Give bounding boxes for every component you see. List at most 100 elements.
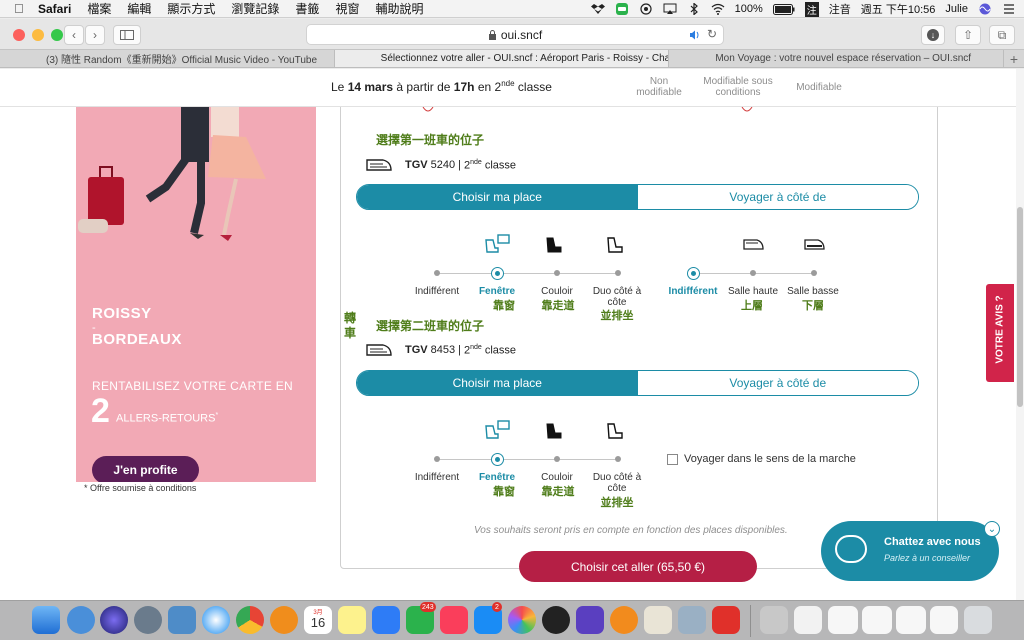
tab-voyager-a-cote-2[interactable]: Voyager à côté de [637,371,918,395]
deck-dot-haute[interactable] [750,270,756,276]
direction-checkbox-label[interactable]: Voyager dans le sens de la marche [684,453,856,465]
forward-button[interactable]: › [85,25,105,45]
fare-modifiable[interactable]: Modifiable [792,82,846,93]
deck-label-basse[interactable]: Salle basse [778,286,848,297]
promo-cta-button[interactable]: J'en profite [92,456,199,482]
dropbox-icon[interactable] [590,3,605,15]
wifi-icon[interactable] [711,3,725,15]
user-name[interactable]: Julie [945,3,968,15]
calendar-icon[interactable]: 3月 16 [304,606,332,634]
direction-checkbox[interactable] [667,454,678,465]
chat-widget[interactable]: Chattez avec nous Parlez à un conseiller… [821,521,1000,581]
menu-edit[interactable]: 編輯 [127,0,151,17]
reload-icon[interactable]: ↻ [707,27,717,41]
image-capture-icon[interactable] [678,606,706,634]
camera-app-icon[interactable] [542,606,570,634]
airdrop-icon[interactable] [639,3,653,15]
new-tab-button[interactable]: + [1004,50,1024,67]
window-seat-icon[interactable] [484,234,510,254]
close-window-button[interactable] [13,29,25,41]
tab-youtube[interactable]: (3) 隨性 Random《重新開始》Official Music Video … [0,50,335,67]
acrobat-icon[interactable] [712,606,740,634]
seat-dot-couloir-2[interactable] [554,456,560,462]
recent-window-3[interactable] [896,606,926,634]
tabs-overview-button[interactable]: ⧉ [989,25,1015,45]
upper-deck-icon[interactable] [743,237,765,253]
clock[interactable]: 週五 下午10:56 [861,1,936,17]
page-scrollbar[interactable] [1016,69,1024,600]
menu-view[interactable]: 顯示方式 [167,0,215,17]
menu-help[interactable]: 輔助說明 [375,0,423,17]
address-bar[interactable]: oui.sncf ↻ [306,24,724,45]
recent-window-2[interactable] [862,606,892,634]
finder-icon[interactable] [32,606,60,634]
fare-non-modifiable[interactable]: Non modifiable [632,76,686,98]
scrollbar-thumb[interactable] [1017,207,1023,407]
share-button[interactable]: ⇧ [955,25,981,45]
duo-seat-icon-2[interactable] [606,422,626,440]
messenger-app-icon[interactable] [67,606,95,634]
tab-oui-selection[interactable]: Sélectionnez votre aller - OUI.sncf : Aé… [334,50,670,67]
seat-dot-indifferent-2[interactable] [434,456,440,462]
sidebar-button[interactable] [113,25,141,45]
menu-file[interactable]: 檔案 [87,0,111,17]
fare-modifiable-conditions[interactable]: Modifiable sous conditions [702,76,774,98]
lower-deck-icon[interactable] [804,237,826,253]
app-orange-icon[interactable] [270,606,298,634]
aisle-seat-icon[interactable] [545,236,565,254]
seat-dot-indifferent-1[interactable] [434,270,440,276]
menu-window[interactable]: 視窗 [335,0,359,17]
speaker-icon[interactable] [689,30,701,40]
seat-dot-duo-2[interactable] [615,456,621,462]
notification-center-icon[interactable] [1002,3,1016,15]
imovie-icon[interactable] [576,606,604,634]
menu-app-name[interactable]: Safari [38,2,71,16]
folder-stack-icon[interactable] [760,606,788,634]
feedback-tab[interactable]: VOTRE AVIS ? [986,284,1014,382]
chevron-down-icon[interactable]: ⌄ [984,521,1000,537]
choose-outbound-button[interactable]: Choisir cet aller (65,50 €) [519,551,757,582]
music-icon[interactable] [440,606,468,634]
seat-dot-couloir-1[interactable] [554,270,560,276]
window-seat-icon-2[interactable] [484,420,510,440]
photos-icon[interactable] [508,606,536,634]
seat-dot-fenetre-1[interactable] [491,267,504,280]
seat-dot-fenetre-2[interactable] [491,453,504,466]
minimize-window-button[interactable] [32,29,44,41]
tab-voyager-a-cote-1[interactable]: Voyager à côté de [637,185,918,209]
deck-dot-basse[interactable] [811,270,817,276]
aisle-seat-icon-2[interactable] [545,422,565,440]
line-tray-icon[interactable] [615,3,629,15]
promo-banner[interactable]: ROISSY - BORDEAUX RENTABILISEZ VOTRE CAR… [76,107,316,482]
chrome-icon[interactable] [236,606,264,634]
messages-icon[interactable] [372,606,400,634]
trash-icon[interactable] [964,606,992,634]
input-method-label[interactable]: 注音 [829,1,851,17]
menu-history[interactable]: 瀏覽記錄 [231,0,279,17]
notes-icon[interactable] [338,606,366,634]
tab-choisir-ma-place-2[interactable]: Choisir ma place [357,371,638,395]
battery-icon[interactable] [772,3,795,15]
siri-dock-icon[interactable] [100,606,128,634]
deck-dot-indifferent[interactable] [687,267,700,280]
preview-icon[interactable] [168,606,196,634]
apple-menu-icon[interactable]:  [14,1,28,16]
recent-window-4[interactable] [930,606,958,634]
zoom-window-button[interactable] [51,29,63,41]
back-button[interactable]: ‹ [64,25,84,45]
siri-icon[interactable] [978,3,992,15]
recent-window-1[interactable] [828,606,858,634]
bluetooth-icon[interactable] [687,3,701,15]
duo-seat-icon[interactable] [606,236,626,254]
screen-mirror-icon[interactable] [663,3,677,15]
safari-dock-icon[interactable] [202,606,230,634]
tab-choisir-ma-place-1[interactable]: Choisir ma place [357,185,638,209]
menu-bookmarks[interactable]: 書籤 [295,0,319,17]
textedit-icon[interactable] [644,606,672,634]
seat-dot-duo-1[interactable] [615,270,621,276]
vpn-app-icon[interactable] [610,606,638,634]
document-stack-icon[interactable] [794,606,822,634]
launchpad-icon[interactable] [134,606,162,634]
downloads-button[interactable]: ↓ [921,25,945,45]
tab-mon-voyage[interactable]: Mon Voyage : votre nouvel espace réserva… [669,50,1005,67]
